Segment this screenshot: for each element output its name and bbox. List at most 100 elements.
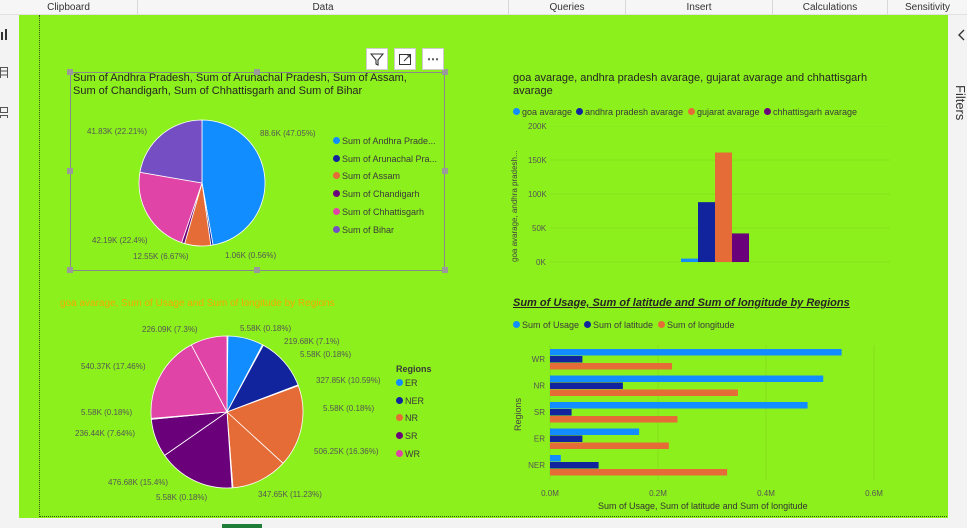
ribbon: Clipboard Data Queries Insert Calculatio… [0,0,967,15]
legend-dot [396,379,403,386]
legend-item[interactable]: Sum of Arunachal Pra... [333,154,437,164]
bar[interactable] [550,462,599,469]
legend-item[interactable]: goa avarage [513,107,572,117]
resize-handle[interactable] [442,267,448,273]
y-tick-label: 150K [528,156,547,165]
data-label: 5.58K (0.18%) [240,324,292,333]
bar[interactable] [550,389,738,397]
pie-slice[interactable] [201,119,266,246]
y-tick-label: NER [528,461,545,470]
bar[interactable] [550,349,842,356]
ribbon-group-clipboard[interactable]: Clipboard [0,0,138,14]
legend-dot [764,108,771,115]
report-view-icon[interactable] [0,29,8,40]
model-view-icon[interactable] [0,107,8,118]
bar[interactable] [550,375,824,383]
bar[interactable] [715,152,732,262]
bar[interactable] [550,428,640,436]
y-tick-label: 0K [536,258,546,267]
ribbon-group-data[interactable]: Data [138,0,509,14]
bar[interactable] [550,363,673,370]
data-label: 476.68K (15.4%) [108,478,169,487]
data-view-icon[interactable] [0,67,8,78]
bar[interactable] [550,455,561,462]
page-tab-active[interactable] [222,524,262,528]
legend-dot [333,208,340,215]
bar[interactable] [550,382,623,390]
legend-dot [333,226,340,233]
ribbon-group-calculations[interactable]: Calculations [773,0,888,14]
pie-slice[interactable] [139,119,203,184]
data-label: 88.6K (47.05%) [260,129,316,138]
data-label: 540.37K (17.46%) [81,362,146,371]
legend-item[interactable]: andhra pradesh avarage [576,107,683,117]
x-axis-title: Sum of Usage, Sum of latitude and Sum of… [598,501,808,511]
bar[interactable] [698,202,715,262]
filter-icon[interactable] [366,48,388,70]
legend-item[interactable]: Sum of Assam [333,171,400,181]
chevron-left-icon[interactable] [958,29,966,41]
legend-item[interactable]: Sum of Bihar [333,225,394,235]
resize-handle[interactable] [442,168,448,174]
legend-item[interactable]: WR [396,449,420,459]
ribbon-group-insert[interactable]: Insert [626,0,773,14]
legend-item[interactable]: NER [396,396,424,406]
chart2-title: goa avarage, andhra pradesh avarage, guj… [513,72,868,97]
x-tick-label: 0.4M [757,489,775,498]
data-label: 226.09K (7.3%) [142,325,198,334]
legend-dot [396,450,403,457]
legend-dot [333,137,340,144]
legend-item[interactable]: Sum of Andhra Prade... [333,136,436,146]
bar[interactable] [732,233,749,262]
y-tick-label: 200K [528,122,547,131]
ribbon-group-queries[interactable]: Queries [509,0,626,14]
legend-dot [333,155,340,162]
legend-dot [396,397,403,404]
bar[interactable] [550,416,678,423]
data-label: 12.55K (6.67%) [133,252,189,261]
more-options-button[interactable]: ⋯ [422,48,444,70]
data-label: 42.19K (22.4%) [92,236,148,245]
legend-title: Regions [396,364,432,374]
view-switcher [0,15,19,528]
y-tick-label: 50K [532,224,547,233]
data-label: 1.06K (0.56%) [225,251,277,260]
chart3-pie [150,335,304,489]
y-tick-label: WR [532,355,546,364]
data-label: 41.83K (22.21%) [87,127,148,136]
chart3-title: goa avarage, Sum of Usage and Sum of lon… [60,298,335,309]
focus-mode-icon[interactable] [394,48,416,70]
resize-handle[interactable] [67,267,73,273]
filters-pane-collapsed[interactable]: Filters [948,15,967,528]
bar[interactable] [550,435,583,443]
resize-handle[interactable] [67,168,73,174]
legend-dot [576,108,583,115]
legend-item[interactable]: gujarat avarage [688,107,760,117]
bar[interactable] [550,409,572,416]
legend-item[interactable]: NR [396,413,418,423]
bar[interactable] [681,258,698,262]
legend-item[interactable]: chhattisgarh avarage [764,107,857,117]
legend-dot [513,321,520,328]
chart4-title: Sum of Usage, Sum of latitude and Sum of… [513,297,850,309]
y-axis-title: goa avarage, andhra pradesh... [510,150,519,262]
bar[interactable] [550,442,669,450]
ribbon-group-sensitivity[interactable]: Sensitivity [888,0,967,14]
x-tick-label: 0.0M [541,489,559,498]
legend-item[interactable]: Sum of longitude [658,320,735,330]
legend-item[interactable]: Sum of Chandigarh [333,189,420,199]
legend-item[interactable]: Sum of Chhattisgarh [333,207,424,217]
bar[interactable] [550,402,808,409]
chart2-plot [550,126,890,263]
legend-item[interactable]: ER [396,378,418,388]
data-label: 347.65K (11.23%) [258,490,322,499]
data-label: 236.44K (7.64%) [75,429,136,438]
legend-item[interactable]: Sum of Usage [513,320,579,330]
legend-item[interactable]: SR [396,431,418,441]
y-tick-label: 100K [528,190,547,199]
legend-item[interactable]: Sum of latitude [584,320,653,330]
bar[interactable] [550,356,583,363]
bar[interactable] [550,469,728,476]
legend-dot [688,108,695,115]
x-tick-label: 0.2M [649,489,667,498]
